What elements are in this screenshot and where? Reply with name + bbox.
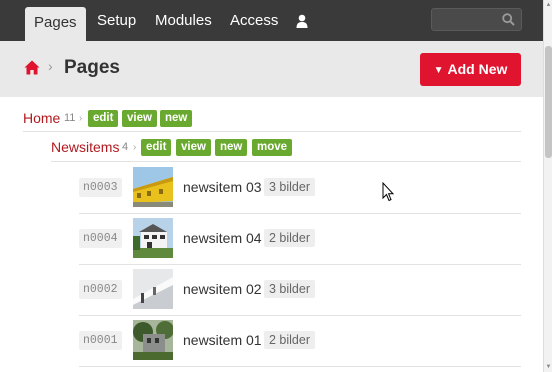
newsitems-view-button[interactable]: view	[176, 139, 211, 156]
item-title[interactable]: newsitem 01	[183, 332, 262, 348]
newsitems-new-button[interactable]: new	[215, 139, 248, 156]
tree-newsitems-count: 4	[122, 141, 129, 153]
item-id: n0004	[79, 229, 122, 248]
images-badge: 3 bilder	[264, 178, 315, 196]
item-thumbnail[interactable]	[133, 320, 173, 360]
tree-home-link[interactable]: Home	[23, 110, 60, 126]
item-id: n0001	[79, 331, 122, 350]
search-icon[interactable]	[502, 13, 515, 26]
home-view-button[interactable]: view	[122, 110, 157, 127]
row-divider	[51, 161, 521, 162]
item-title[interactable]: newsitem 04	[183, 230, 262, 246]
tree-home-count: 11	[64, 112, 76, 124]
breadcrumb-separator: ›	[48, 58, 53, 74]
tree-home-arrow-icon: ›	[79, 113, 83, 124]
row-divider	[79, 315, 521, 316]
item-id: n0003	[79, 178, 122, 197]
row-divider	[79, 213, 521, 214]
scroll-down-icon[interactable]: ▼	[545, 364, 552, 370]
add-new-label: Add New	[447, 61, 508, 77]
page-title: Pages	[64, 57, 120, 78]
newsitems-move-button[interactable]: move	[252, 139, 293, 156]
user-icon[interactable]	[296, 14, 308, 28]
item-thumbnail[interactable]	[133, 218, 173, 258]
home-icon[interactable]	[24, 60, 40, 75]
chevron-down-icon: ▼	[433, 65, 444, 76]
tree-newsitems-link[interactable]: Newsitems	[51, 139, 119, 155]
row-divider	[79, 264, 521, 265]
search-input[interactable]	[431, 8, 522, 31]
tree-newsitems-arrow-icon: ›	[133, 142, 137, 153]
item-thumbnail[interactable]	[133, 269, 173, 309]
item-title[interactable]: newsitem 03	[183, 179, 262, 195]
images-badge: 2 bilder	[264, 229, 315, 247]
images-badge: 3 bilder	[264, 280, 315, 298]
tab-modules[interactable]: Modules	[155, 0, 212, 41]
tab-pages[interactable]: Pages	[25, 7, 86, 41]
newsitems-edit-button[interactable]: edit	[141, 139, 172, 156]
tab-access[interactable]: Access	[230, 0, 278, 41]
home-new-button[interactable]: new	[160, 110, 193, 127]
item-thumbnail[interactable]	[133, 167, 173, 207]
row-divider	[23, 131, 521, 132]
add-new-button[interactable]: ▼ Add New	[420, 53, 521, 86]
row-divider	[79, 366, 521, 367]
scrollbar[interactable]: ▲ ▼	[543, 0, 552, 372]
mouse-cursor-icon	[382, 182, 394, 202]
top-nav: Pages Setup Modules Access	[0, 0, 543, 41]
tab-setup[interactable]: Setup	[97, 0, 136, 41]
scroll-up-icon[interactable]: ▲	[545, 2, 552, 8]
home-edit-button[interactable]: edit	[88, 110, 119, 127]
item-id: n0002	[79, 280, 122, 299]
item-title[interactable]: newsitem 02	[183, 281, 262, 297]
scroll-thumb[interactable]	[545, 46, 552, 158]
images-badge: 2 bilder	[264, 331, 315, 349]
page-header: › Pages ▼ Add New	[0, 41, 543, 97]
